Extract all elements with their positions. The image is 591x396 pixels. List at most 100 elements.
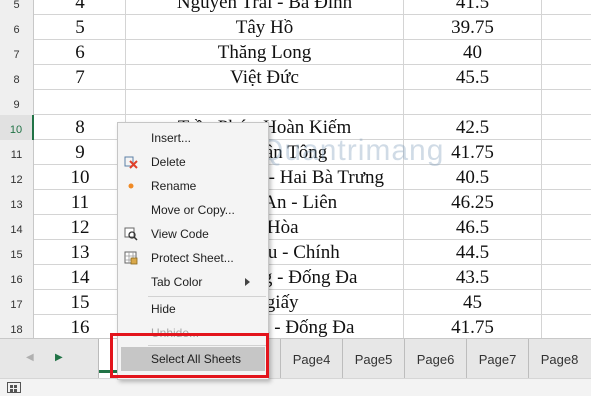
cell-empty[interactable]	[542, 90, 591, 115]
table-row[interactable]: 7 6 Thăng Long 40	[0, 40, 591, 65]
table-row[interactable]: 13 11 Chu Văn An - Liên 46.25	[0, 190, 591, 215]
table-row[interactable]: 9	[0, 90, 591, 115]
cell-empty[interactable]	[542, 290, 591, 315]
table-row[interactable]: 6 5 Tây Hồ 39.75	[0, 15, 591, 40]
cell-school[interactable]: Nguyễn Trãi - Ba Đình	[126, 0, 404, 15]
menu-item-unhide: Unhide...	[118, 321, 268, 345]
menu-item-hide[interactable]: Hide	[118, 297, 268, 321]
cell-empty[interactable]	[542, 190, 591, 215]
row-header[interactable]: 12	[0, 165, 34, 190]
sheet-tab-page8[interactable]: Page8	[528, 339, 590, 379]
cell-stt[interactable]: 9	[35, 140, 126, 165]
table-row[interactable]: 11 9 Trần Nhân Tông 41.75	[0, 140, 591, 165]
cell-empty[interactable]	[542, 15, 591, 40]
scroll-left-icon[interactable]: ◀	[26, 352, 34, 363]
cell-empty[interactable]	[542, 40, 591, 65]
menu-item-label: Select All Sheets	[151, 352, 242, 366]
table-row[interactable]: 16 14 Quang Trung - Đống Đa 43.5	[0, 265, 591, 290]
menu-item-tab-color[interactable]: Tab Color	[118, 270, 268, 294]
row-header[interactable]: 9	[0, 90, 34, 115]
active-sheet-tab[interactable]	[98, 339, 118, 379]
row-header[interactable]: 10	[0, 115, 34, 140]
menu-separator	[148, 345, 266, 346]
menu-item-move-copy[interactable]: Move or Copy...	[118, 198, 268, 222]
menu-item-view-code[interactable]: View Code	[118, 222, 268, 246]
cell-score[interactable]: 41.75	[404, 315, 542, 338]
row-header[interactable]: 18	[0, 315, 34, 338]
cell-score[interactable]: 40.5	[404, 165, 542, 190]
menu-item-insert[interactable]: Insert...	[118, 126, 268, 150]
cell-empty[interactable]	[542, 165, 591, 190]
cell-stt[interactable]: 4	[35, 0, 126, 15]
cell-score[interactable]: 46.5	[404, 215, 542, 240]
menu-item-rename[interactable]: Rename	[118, 174, 268, 198]
cell-empty[interactable]	[542, 265, 591, 290]
cell-score[interactable]: 41.75	[404, 140, 542, 165]
cell-empty[interactable]	[542, 0, 591, 15]
sheet-tabs: e3 Page4 Page5 Page6 Page7 Page8	[250, 339, 590, 379]
worksheet-grid[interactable]: 5 4 Nguyễn Trãi - Ba Đình 41.5 6 5 Tây H…	[0, 0, 591, 338]
row-header[interactable]: 8	[0, 65, 34, 90]
cell-stt[interactable]: 14	[35, 265, 126, 290]
cell-score[interactable]: 46.25	[404, 190, 542, 215]
table-row[interactable]: 18 16 Lê Quý Đôn - Đống Đa 41.75	[0, 315, 591, 338]
sheet-tab-page7[interactable]: Page7	[466, 339, 528, 379]
cell-score[interactable]: 44.5	[404, 240, 542, 265]
cell-stt[interactable]: 7	[35, 65, 126, 90]
cell-stt[interactable]: 16	[35, 315, 126, 338]
menu-item-delete[interactable]: Delete	[118, 150, 268, 174]
table-row[interactable]: 5 4 Nguyễn Trãi - Ba Đình 41.5	[0, 0, 591, 15]
cell-empty[interactable]	[542, 215, 591, 240]
row-header[interactable]: 6	[0, 15, 34, 40]
cell-empty[interactable]	[542, 240, 591, 265]
cell-school[interactable]	[126, 90, 404, 115]
cell-stt[interactable]: 6	[35, 40, 126, 65]
cell-school[interactable]: Việt Đức	[126, 65, 404, 90]
cell-score[interactable]: 45	[404, 290, 542, 315]
cell-school[interactable]: Tây Hồ	[126, 15, 404, 40]
menu-item-select-all-sheets[interactable]: Select All Sheets	[121, 347, 265, 371]
sheet-tab-page4[interactable]: Page4	[280, 339, 342, 379]
cell-stt[interactable]: 15	[35, 290, 126, 315]
menu-item-label: Hide	[151, 302, 176, 316]
cell-score[interactable]: 42.5	[404, 115, 542, 140]
row-header[interactable]: 15	[0, 240, 34, 265]
menu-item-protect-sheet[interactable]: Protect Sheet...	[118, 246, 268, 270]
cell-score[interactable]	[404, 90, 542, 115]
macro-record-icon[interactable]	[7, 382, 21, 393]
cell-stt[interactable]: 11	[35, 190, 126, 215]
table-row[interactable]: 8 7 Việt Đức 45.5	[0, 65, 591, 90]
cell-stt[interactable]: 10	[35, 165, 126, 190]
table-row[interactable]: 15 13 Nguyễn Du - Chính 44.5	[0, 240, 591, 265]
cell-score[interactable]: 45.5	[404, 65, 542, 90]
sheet-tab-page6[interactable]: Page6	[404, 339, 466, 379]
row-header[interactable]: 7	[0, 40, 34, 65]
table-row[interactable]: 10 8 Trần Phú - Hoàn Kiếm 42.5	[0, 115, 591, 140]
table-row[interactable]: 17 15 Cầu giấy 45	[0, 290, 591, 315]
row-header[interactable]: 17	[0, 290, 34, 315]
cell-score[interactable]: 41.5	[404, 0, 542, 15]
row-header[interactable]: 11	[0, 140, 34, 165]
row-header[interactable]: 13	[0, 190, 34, 215]
row-header[interactable]: 16	[0, 265, 34, 290]
menu-item-label: Unhide...	[151, 326, 200, 340]
cell-school[interactable]: Thăng Long	[126, 40, 404, 65]
row-header[interactable]: 14	[0, 215, 34, 240]
row-header[interactable]: 5	[0, 0, 34, 15]
cell-stt[interactable]	[35, 90, 126, 115]
cell-empty[interactable]	[542, 140, 591, 165]
cell-score[interactable]: 40	[404, 40, 542, 65]
cell-stt[interactable]: 8	[35, 115, 126, 140]
cell-score[interactable]: 39.75	[404, 15, 542, 40]
cell-stt[interactable]: 13	[35, 240, 126, 265]
sheet-tab-page5[interactable]: Page5	[342, 339, 404, 379]
cell-empty[interactable]	[542, 115, 591, 140]
cell-empty[interactable]	[542, 315, 591, 338]
table-row[interactable]: 14 12 Yên Hòa 46.5	[0, 215, 591, 240]
cell-score[interactable]: 43.5	[404, 265, 542, 290]
table-row[interactable]: 12 10 Đoàn Thị Điểm - Hai Bà Trưng 40.5	[0, 165, 591, 190]
cell-empty[interactable]	[542, 65, 591, 90]
cell-stt[interactable]: 12	[35, 215, 126, 240]
cell-stt[interactable]: 5	[35, 15, 126, 40]
scroll-right-icon[interactable]: ▶	[55, 352, 63, 363]
